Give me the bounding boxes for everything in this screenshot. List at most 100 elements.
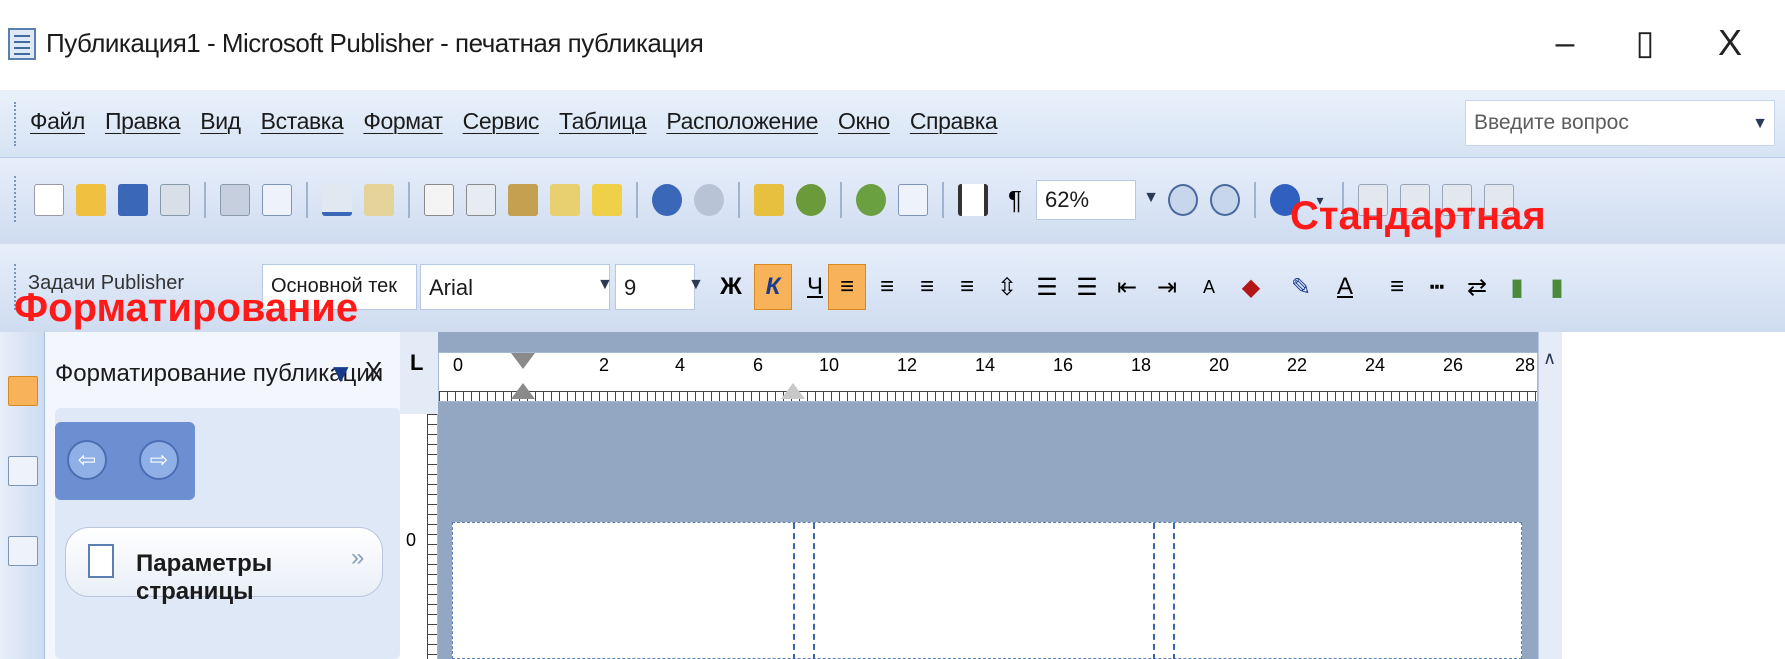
- menu-file[interactable]: Файл: [30, 108, 85, 135]
- menu-items: Файл Правка Вид Вставка Формат Сервис Та…: [30, 108, 1017, 135]
- paste-icon[interactable]: [508, 184, 538, 216]
- line-style-icon[interactable]: ≡: [1378, 264, 1416, 310]
- shadow-style-icon[interactable]: ▮: [1498, 264, 1536, 310]
- align-left-icon[interactable]: ≡: [828, 264, 866, 310]
- chevron-down-icon[interactable]: ▼: [1752, 115, 1768, 133]
- menu-view[interactable]: Вид: [200, 108, 241, 135]
- menu-edit[interactable]: Правка: [105, 108, 181, 135]
- print-preview-icon[interactable]: [262, 184, 292, 216]
- format-painter-icon[interactable]: [550, 184, 580, 216]
- first-line-indent-marker[interactable]: [511, 353, 535, 369]
- research-icon[interactable]: [364, 184, 394, 216]
- increase-indent-icon[interactable]: ⇥: [1148, 264, 1186, 310]
- zoom-page-icon[interactable]: [898, 184, 928, 216]
- font-size-increase-icon[interactable]: A: [1190, 264, 1228, 310]
- chevron-down-icon[interactable]: ▼: [597, 276, 613, 294]
- zoom-input[interactable]: 62% ▼: [1036, 180, 1159, 220]
- bold-button[interactable]: Ж: [712, 264, 750, 310]
- fill-color-icon[interactable]: ◆: [1232, 264, 1270, 310]
- zoom-value: 62%: [1045, 187, 1090, 212]
- menu-tools[interactable]: Сервис: [463, 108, 540, 135]
- page-options-section[interactable]: Параметры страницы »: [65, 527, 383, 605]
- menu-insert[interactable]: Вставка: [261, 108, 344, 135]
- chevron-down-icon[interactable]: »: [351, 544, 364, 572]
- menu-format[interactable]: Формат: [363, 108, 443, 135]
- close-button[interactable]: X: [1700, 18, 1760, 68]
- menu-window[interactable]: Окно: [838, 108, 890, 135]
- formatting-toolbar-annotation: Форматирование: [14, 286, 359, 330]
- text-box-icon[interactable]: [8, 456, 38, 486]
- ruler-tick: 0: [453, 355, 464, 375]
- standard-toolbar: ¶ 62% ▼ ▾ Стандартная: [0, 158, 1785, 244]
- line-color-icon[interactable]: ✎: [1282, 264, 1320, 310]
- dash-style-icon[interactable]: ┅: [1418, 264, 1456, 310]
- select-object-icon[interactable]: [8, 376, 38, 406]
- ruler-tick: 24: [1365, 355, 1386, 375]
- align-center-icon[interactable]: ≡: [868, 264, 906, 310]
- chevron-down-icon[interactable]: ▼: [688, 276, 704, 294]
- ruler-corner: L: [400, 332, 438, 414]
- right-indent-marker[interactable]: [781, 383, 805, 399]
- italic-button[interactable]: К: [754, 264, 792, 310]
- vertical-scrollbar[interactable]: ∧: [1538, 332, 1562, 659]
- spelling-icon[interactable]: [322, 184, 352, 216]
- numbering-icon[interactable]: ☰: [1028, 264, 1066, 310]
- zoom-out-icon[interactable]: [1168, 184, 1198, 216]
- print-icon[interactable]: [220, 184, 250, 216]
- vertical-ruler[interactable]: 0: [400, 414, 438, 659]
- font-color-icon[interactable]: A: [1326, 264, 1364, 310]
- line-spacing-icon[interactable]: ⇳: [988, 264, 1026, 310]
- forward-button[interactable]: ⇨: [139, 440, 179, 480]
- cut-icon[interactable]: [424, 184, 454, 216]
- font-size-select[interactable]: 9: [615, 264, 695, 310]
- color-scheme-icon[interactable]: [856, 184, 886, 216]
- save-icon[interactable]: [118, 184, 148, 216]
- task-pane-close-button[interactable]: X: [365, 356, 382, 387]
- mail-recipient-icon[interactable]: [160, 184, 190, 216]
- copy-icon[interactable]: [466, 184, 496, 216]
- minimize-button[interactable]: –: [1535, 18, 1595, 68]
- pilcrow-icon[interactable]: ¶: [1000, 184, 1030, 216]
- chevron-down-icon[interactable]: ▼: [1143, 189, 1159, 207]
- menu-help[interactable]: Справка: [910, 108, 998, 135]
- left-indent-marker[interactable]: [511, 383, 535, 399]
- menu-arrange[interactable]: Расположение: [666, 108, 818, 135]
- toolbar-separator: [840, 182, 842, 218]
- zoom-in-icon[interactable]: [1210, 184, 1240, 216]
- rotate-icon[interactable]: [796, 184, 826, 216]
- help-search-input[interactable]: Введите вопрос ▼: [1465, 100, 1775, 146]
- publication-page[interactable]: [452, 522, 1522, 659]
- redo-icon[interactable]: [694, 184, 724, 216]
- ruler-tick: 22: [1287, 355, 1308, 375]
- task-pane-dropdown[interactable]: ▼: [328, 358, 354, 389]
- ruler-tick: 4: [675, 355, 686, 375]
- menu-grip: [14, 102, 18, 146]
- open-folder-icon[interactable]: [76, 184, 106, 216]
- bullets-icon[interactable]: ☰: [1068, 264, 1106, 310]
- toolbar-separator: [408, 182, 410, 218]
- align-right-icon[interactable]: ≡: [908, 264, 946, 310]
- columns-icon[interactable]: [958, 184, 988, 216]
- ruler-tick: 14: [975, 355, 996, 375]
- ruler-tick: 28: [1515, 355, 1536, 375]
- brush-icon[interactable]: [592, 184, 622, 216]
- decrease-indent-icon[interactable]: ⇤: [1108, 264, 1146, 310]
- ruler-tick: 18: [1131, 355, 1152, 375]
- 3d-style-icon[interactable]: ▮: [1538, 264, 1576, 310]
- maximize-button[interactable]: ▯: [1615, 18, 1675, 68]
- font-select[interactable]: Arial: [420, 264, 610, 310]
- window-title: Публикация1 - Microsoft Publisher - печа…: [46, 28, 704, 58]
- arrow-style-icon[interactable]: ⇄: [1458, 264, 1496, 310]
- justify-icon[interactable]: ≡: [948, 264, 986, 310]
- new-document-icon[interactable]: [34, 184, 64, 216]
- back-button[interactable]: ⇦: [67, 440, 107, 480]
- menu-table[interactable]: Таблица: [559, 108, 647, 135]
- scroll-up-icon[interactable]: ∧: [1543, 348, 1556, 369]
- bring-forward-icon[interactable]: [754, 184, 784, 216]
- toolbar-separator: [738, 182, 740, 218]
- ruler-tick: 12: [897, 355, 918, 375]
- column-guide: [1173, 523, 1175, 659]
- horizontal-ruler[interactable]: 0 2 4 6 10 12 14 16 18 20 22 24 26 28: [438, 352, 1538, 402]
- insert-table-icon[interactable]: [8, 536, 38, 566]
- undo-icon[interactable]: [652, 184, 682, 216]
